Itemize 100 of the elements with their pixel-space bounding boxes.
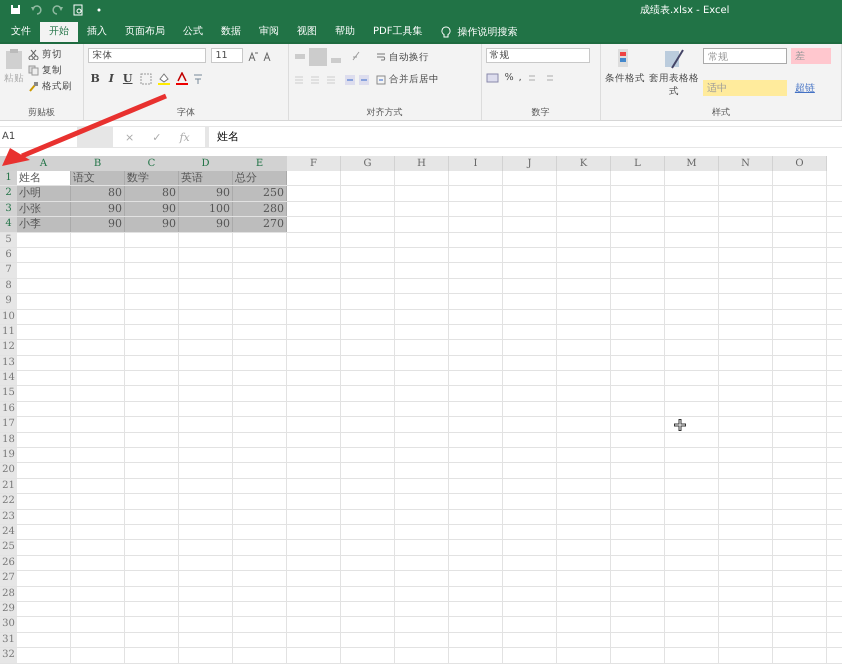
phonetic-icon[interactable] [192, 72, 202, 84]
row-header[interactable]: 13 [0, 356, 17, 370]
conditional-formatting-button[interactable]: 条件格式 [604, 48, 645, 106]
undo-icon[interactable] [31, 4, 42, 16]
fill-color-icon[interactable] [156, 72, 170, 85]
enter-button[interactable]: ✓ [152, 130, 162, 144]
row-header[interactable]: 7 [0, 263, 17, 278]
row-header[interactable]: 5 [0, 232, 17, 247]
ribbon-tab[interactable]: 文件 [2, 22, 40, 42]
ribbon-tab[interactable]: 审阅 [250, 22, 288, 42]
ribbon-tab[interactable]: 插入 [78, 22, 116, 42]
row-header[interactable]: 6 [0, 248, 17, 262]
row-header[interactable]: 22 [0, 494, 17, 509]
row-header[interactable]: 1 [0, 171, 17, 186]
row-header[interactable]: 23 [0, 510, 17, 524]
clipboard-icon [5, 48, 23, 70]
print-preview-icon[interactable] [73, 4, 84, 16]
table-cell: 姓名 [17, 171, 71, 186]
save-icon[interactable] [10, 4, 21, 16]
copy-icon [28, 65, 39, 76]
column-header[interactable]: L [611, 156, 665, 171]
column-header[interactable]: D [179, 156, 233, 171]
row-header[interactable]: 20 [0, 463, 17, 478]
row-header[interactable]: 28 [0, 586, 17, 601]
ribbon-tab[interactable]: 页面布局 [116, 22, 174, 42]
column-header[interactable]: M [665, 156, 719, 171]
row-header[interactable]: 32 [0, 648, 17, 662]
row-header[interactable]: 4 [0, 217, 17, 232]
row-header[interactable]: 14 [0, 371, 17, 386]
lightbulb-icon [441, 26, 452, 38]
column-header[interactable]: J [503, 156, 557, 171]
table-cell: 100 [179, 202, 233, 216]
row-header[interactable]: 30 [0, 617, 17, 632]
table-cell: 小李 [17, 217, 71, 232]
cell-style-button[interactable]: 适中 [702, 80, 787, 96]
font-grow-icon[interactable] [248, 50, 258, 60]
column-header[interactable]: H [395, 156, 449, 171]
row-header[interactable]: 2 [0, 186, 17, 201]
row-header[interactable]: 9 [0, 294, 17, 309]
column-header[interactable]: B [71, 156, 125, 171]
ribbon-tab[interactable]: PDF工具集 [364, 22, 432, 42]
font-color-icon[interactable] [176, 72, 188, 85]
cell-style-button[interactable]: 常规 [702, 48, 787, 64]
row-header[interactable]: 29 [0, 602, 17, 616]
format-as-table-button[interactable]: 套用表格格式 [648, 48, 699, 106]
font-shrink-icon[interactable] [263, 50, 274, 60]
row-header[interactable]: 21 [0, 478, 17, 494]
clipboard-copy-button[interactable]: 复制 [28, 64, 72, 77]
row-header[interactable]: 24 [0, 524, 17, 540]
column-header[interactable]: K [557, 156, 611, 171]
currency-icon[interactable] [486, 72, 500, 82]
row-header[interactable]: 15 [0, 386, 17, 401]
ribbon-tab[interactable]: 公式 [174, 22, 212, 42]
row-header[interactable]: 12 [0, 340, 17, 355]
row-header[interactable]: 16 [0, 402, 17, 416]
clipboard-format-painter-button[interactable]: 格式刷 [28, 80, 72, 93]
column-header[interactable]: E [233, 156, 287, 171]
column-header[interactable]: G [341, 156, 395, 171]
row-header[interactable]: 3 [0, 202, 17, 216]
redo-icon[interactable] [52, 4, 63, 16]
wrap-text-icon [376, 52, 386, 62]
row-header[interactable]: 27 [0, 571, 17, 586]
column-header[interactable]: C [125, 156, 179, 171]
ribbon-tab[interactable]: 帮助 [326, 22, 364, 42]
column-header[interactable]: N [719, 156, 773, 171]
font-size-field[interactable]: 11 [211, 48, 244, 63]
clipboard-cut-button[interactable]: 剪切 [28, 48, 72, 61]
ribbon-tab[interactable]: 数据 [212, 22, 250, 42]
ribbon-tab[interactable]: 开始 [40, 22, 78, 42]
row-header[interactable]: 19 [0, 448, 17, 462]
merge-center-button[interactable]: 合并后居中 [376, 73, 439, 86]
row-header[interactable]: 31 [0, 632, 17, 648]
percent-button[interactable]: % [504, 72, 514, 83]
row-header[interactable]: 26 [0, 556, 17, 570]
row-header[interactable]: 18 [0, 432, 17, 448]
row-header[interactable]: 8 [0, 278, 17, 294]
row-header[interactable]: 25 [0, 540, 17, 555]
bold-button[interactable]: B [88, 72, 102, 85]
paste-button[interactable]: 粘贴 [4, 48, 24, 106]
italic-button[interactable]: I [106, 72, 116, 85]
group-label: 字体 [176, 106, 196, 120]
insert-function-button[interactable]: fx [179, 130, 190, 144]
border-icon[interactable] [140, 72, 152, 84]
tell-me-search[interactable]: 操作说明搜索 [457, 25, 518, 39]
wrap-text-button[interactable]: 自动换行 [376, 50, 429, 64]
ribbon-tab[interactable]: 视图 [288, 22, 326, 42]
row-header[interactable]: 10 [0, 310, 17, 324]
underline-button[interactable]: U [120, 72, 134, 85]
column-header[interactable]: F [287, 156, 341, 171]
column-header[interactable]: I [449, 156, 503, 171]
column-header[interactable]: A [17, 156, 71, 171]
comma-button[interactable]: , [518, 72, 522, 83]
row-header[interactable]: 11 [0, 324, 17, 340]
formula-field[interactable]: 姓名 [209, 127, 842, 147]
row-header[interactable]: 17 [0, 417, 17, 432]
table-brush-icon [664, 48, 684, 70]
font-name-field[interactable]: 宋体 [88, 48, 206, 63]
cancel-button[interactable]: × [125, 130, 134, 144]
column-header[interactable]: O [773, 156, 827, 171]
number-format-field[interactable]: 常规 [486, 48, 590, 63]
